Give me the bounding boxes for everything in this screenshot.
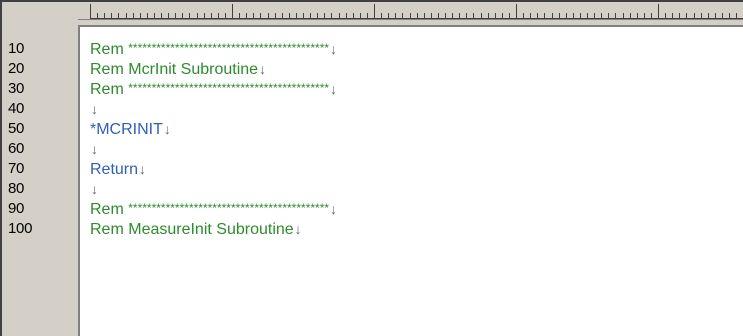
code-keyword: Rem xyxy=(90,61,124,78)
line-end-marker: ↓ xyxy=(139,161,147,177)
line-number: 20 xyxy=(8,60,25,77)
line-number: 40 xyxy=(8,100,25,117)
line-end-marker: ↓ xyxy=(91,141,98,157)
code-text: McrInit Subroutine xyxy=(128,61,259,78)
code-line[interactable]: ↓ xyxy=(90,179,98,199)
code-keyword: Rem xyxy=(90,81,124,98)
code-line[interactable]: Rem McrInit Subroutine↓ xyxy=(90,59,266,79)
line-number: 70 xyxy=(8,160,25,177)
code-text-area[interactable]: Rem ************************************… xyxy=(78,25,743,336)
line-number: 50 xyxy=(8,120,25,137)
line-end-marker: ↓ xyxy=(259,61,267,77)
line-number-gutter: 10 20 30 40 50 60 70 80 90 100 xyxy=(2,19,78,336)
line-number: 90 xyxy=(8,200,25,217)
line-number: 100 xyxy=(8,220,33,237)
line-end-marker: ↓ xyxy=(163,121,171,137)
code-text: *MCRINIT xyxy=(90,121,163,138)
line-number: 80 xyxy=(8,180,25,197)
code-line[interactable]: Rem ************************************… xyxy=(90,199,337,219)
line-end-marker: ↓ xyxy=(330,81,338,97)
code-text: Return xyxy=(90,161,139,178)
ruler-ticks xyxy=(90,4,743,19)
line-end-marker: ↓ xyxy=(91,181,98,197)
line-number: 10 xyxy=(8,40,25,57)
code-keyword: Rem xyxy=(90,201,124,218)
line-number: 60 xyxy=(8,140,25,157)
code-line[interactable]: ↓ xyxy=(90,139,98,159)
code-editor-window: 10 20 30 40 50 60 70 80 90 100 Rem *****… xyxy=(0,0,743,336)
code-line[interactable]: ↓ xyxy=(90,99,98,119)
code-line[interactable]: Return↓ xyxy=(90,159,146,179)
code-keyword: Rem xyxy=(90,221,124,238)
code-text: ****************************************… xyxy=(128,201,330,215)
code-line[interactable]: *MCRINIT↓ xyxy=(90,119,171,139)
ruler xyxy=(2,2,743,20)
line-end-marker: ↓ xyxy=(91,101,98,117)
line-number: 30 xyxy=(8,80,25,97)
code-line[interactable]: Rem MeasureInit Subroutine↓ xyxy=(90,219,302,239)
code-text: ****************************************… xyxy=(128,41,330,55)
line-end-marker: ↓ xyxy=(330,201,338,217)
code-text: MeasureInit Subroutine xyxy=(128,221,294,238)
code-text: ****************************************… xyxy=(128,81,330,95)
line-end-marker: ↓ xyxy=(294,221,302,237)
code-line[interactable]: Rem ************************************… xyxy=(90,79,337,99)
code-keyword: Rem xyxy=(90,41,124,58)
line-end-marker: ↓ xyxy=(330,41,338,57)
code-line[interactable]: Rem ************************************… xyxy=(90,39,337,59)
